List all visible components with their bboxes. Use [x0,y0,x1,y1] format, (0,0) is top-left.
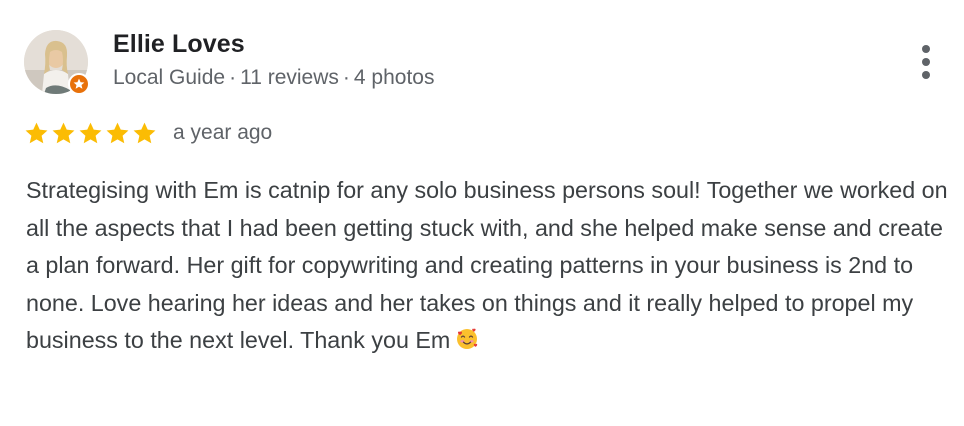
more-options-button[interactable] [908,40,944,84]
star-filled-icon [133,122,156,143]
avatar[interactable] [24,30,90,95]
reviewer-meta[interactable]: Local Guide · 11 reviews · 4 photos [113,66,434,90]
meta-separator: · [342,66,350,89]
star-filled-icon [106,122,129,143]
review-count: 11 reviews [240,66,339,89]
star-rating [24,121,157,146]
more-dot-icon [922,58,930,66]
review-date: a year ago [173,121,273,144]
reviewer-name[interactable]: Ellie Loves [113,30,245,59]
more-dot-icon [922,45,930,53]
local-guide-badge-icon [68,73,90,95]
more-dot-icon [922,71,930,79]
star-filled-icon [25,122,48,143]
star-filled-icon [79,122,102,143]
smiling-face-with-hearts-icon [457,328,478,350]
review-text: Strategising with Em is catnip for any s… [26,172,951,360]
review-body: Strategising with Em is catnip for any s… [26,177,948,354]
star-filled-icon [52,122,75,143]
review-card: Ellie Loves Local Guide · 11 reviews · 4 pho… [0,0,964,426]
reviewer-role: Local Guide [113,66,226,89]
rating-row: a year ago [24,118,272,148]
meta-separator: · [229,66,237,89]
photo-count: 4 photos [353,66,435,89]
